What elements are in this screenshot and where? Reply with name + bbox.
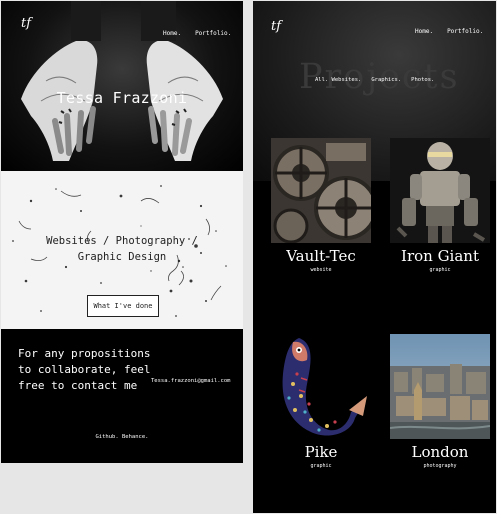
behance-link[interactable]: Behance. bbox=[122, 434, 149, 440]
filter-photos[interactable]: Photos. bbox=[411, 77, 434, 83]
gears-icon[interactable] bbox=[271, 138, 371, 243]
contact-message: For any propositions to collaborate, fee… bbox=[18, 347, 151, 392]
logo[interactable]: tf bbox=[271, 19, 281, 34]
project-card-pike[interactable]: Pike graphic bbox=[271, 334, 371, 469]
project-card-iron-giant[interactable]: Iron Giant graphic bbox=[390, 138, 490, 273]
fish-icon[interactable] bbox=[271, 334, 371, 439]
main-nav: Home. Portfolio. bbox=[163, 30, 231, 37]
contact-email-link[interactable]: Tessa.frazzoni@gmail.com bbox=[151, 378, 230, 384]
portfolio-page-panel: tf Home. Portfolio. Projects All. Websit… bbox=[253, 1, 496, 513]
city-icon[interactable] bbox=[390, 334, 490, 439]
what-ive-done-button[interactable]: What I've done bbox=[87, 295, 159, 317]
project-title[interactable]: Iron Giant bbox=[390, 247, 490, 265]
project-title[interactable]: Pike bbox=[271, 443, 371, 461]
nav-portfolio[interactable]: Portfolio. bbox=[447, 28, 483, 35]
github-link[interactable]: Github. bbox=[96, 434, 119, 440]
nav-portfolio[interactable]: Portfolio. bbox=[195, 30, 231, 37]
logo[interactable]: tf bbox=[21, 16, 31, 31]
project-filters: All. Websites. Graphics. Photos. bbox=[315, 77, 434, 83]
nav-home[interactable]: Home. bbox=[415, 28, 433, 35]
robot-icon[interactable] bbox=[390, 138, 490, 243]
services-line-2: Graphic Design bbox=[77, 251, 167, 263]
contact-section: For any propositions to collaborate, fee… bbox=[1, 329, 243, 463]
hands-photo bbox=[21, 1, 223, 161]
services-line-1: Websites / Photography / bbox=[46, 235, 198, 247]
project-title[interactable]: Vault-Tec bbox=[271, 247, 371, 265]
hero-section: tf Home. Portfolio. Tessa Frazzoni bbox=[1, 1, 243, 171]
hero-title: Tessa Frazzoni bbox=[56, 89, 188, 107]
filter-graphics[interactable]: Graphics. bbox=[371, 77, 401, 83]
filter-all-websites[interactable]: All. Websites. bbox=[315, 77, 361, 83]
project-category: website bbox=[310, 267, 332, 273]
project-card-london[interactable]: London photography bbox=[390, 334, 490, 469]
project-category: graphic bbox=[429, 267, 451, 273]
project-category: graphic bbox=[310, 463, 332, 469]
nav-home[interactable]: Home. bbox=[163, 30, 181, 37]
project-title[interactable]: London bbox=[390, 443, 490, 461]
main-nav: Home. Portfolio. bbox=[415, 28, 483, 35]
services-section: Websites / Photography / Graphic Design … bbox=[1, 171, 243, 329]
project-category: photography bbox=[423, 463, 457, 469]
social-links: Github. Behance. bbox=[1, 434, 243, 440]
landing-page-panel: tf Home. Portfolio. Tessa Frazzoni Websi… bbox=[1, 1, 243, 463]
project-card-vault-tec[interactable]: Vault-Tec website bbox=[271, 138, 371, 273]
